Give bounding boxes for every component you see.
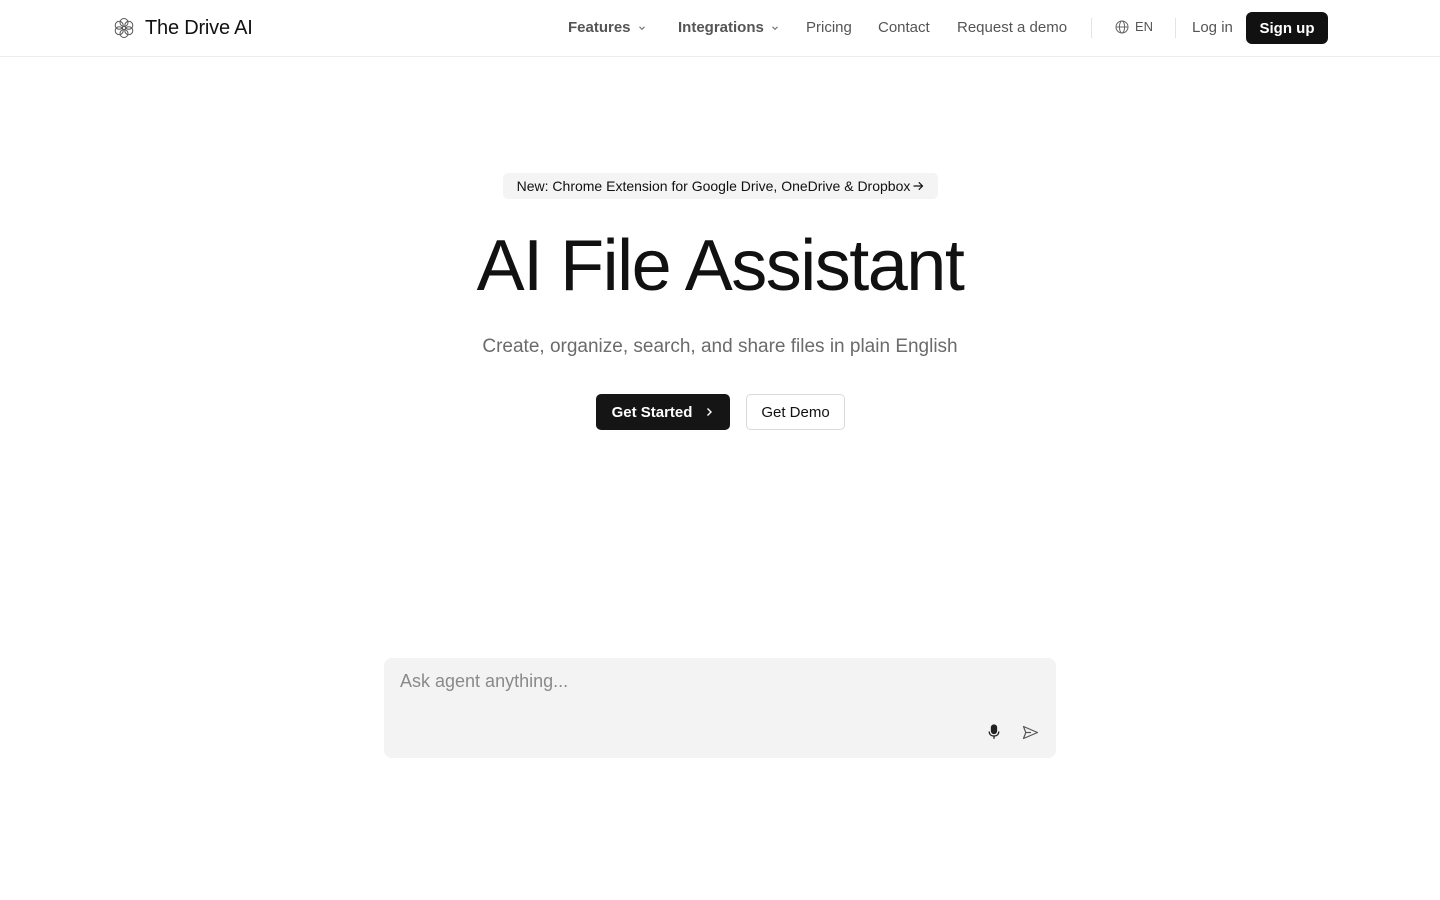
nav-request-demo[interactable]: Request a demo bbox=[957, 19, 1067, 36]
agent-chat-box bbox=[384, 658, 1056, 758]
chevron-down-icon bbox=[771, 25, 778, 30]
globe-icon bbox=[1115, 20, 1129, 33]
announcement-banner[interactable]: New: Chrome Extension for Google Drive, … bbox=[503, 173, 938, 199]
brand-logo-link[interactable]: The Drive AI bbox=[112, 14, 253, 42]
language-selector[interactable]: EN bbox=[1115, 19, 1153, 34]
hero-subtitle: Create, organize, search, and share file… bbox=[482, 336, 958, 357]
agent-prompt-input[interactable] bbox=[384, 658, 1056, 704]
nav-divider bbox=[1091, 18, 1092, 38]
site-header: The Drive AI Features Integrations Prici… bbox=[0, 0, 1440, 57]
hero-title: AI File Assistant bbox=[476, 226, 965, 306]
nav-features[interactable]: Features bbox=[568, 19, 647, 36]
send-icon bbox=[1022, 725, 1038, 739]
nav-integrations-label: Integrations bbox=[678, 19, 764, 36]
nav-contact[interactable]: Contact bbox=[878, 19, 930, 36]
nav-integrations[interactable]: Integrations bbox=[678, 19, 780, 36]
get-started-button[interactable]: Get Started bbox=[596, 394, 730, 430]
language-label: EN bbox=[1135, 19, 1154, 34]
brand-name: The Drive AI bbox=[145, 16, 253, 39]
arrow-right-icon bbox=[913, 181, 924, 191]
get-started-label: Get Started bbox=[611, 403, 693, 421]
microphone-icon bbox=[988, 724, 1000, 739]
chevron-down-icon bbox=[638, 25, 645, 30]
voice-input-button[interactable] bbox=[984, 722, 1004, 742]
chevron-right-icon bbox=[707, 408, 713, 416]
send-button[interactable] bbox=[1020, 722, 1040, 742]
login-link[interactable]: Log in bbox=[1192, 19, 1233, 36]
nav-divider bbox=[1175, 18, 1176, 38]
get-demo-button[interactable]: Get Demo bbox=[746, 394, 845, 430]
flower-logo-icon bbox=[114, 18, 134, 38]
signup-button[interactable]: Sign up bbox=[1246, 12, 1328, 44]
nav-pricing[interactable]: Pricing bbox=[806, 19, 852, 36]
announcement-text: New: Chrome Extension for Google Drive, … bbox=[516, 178, 911, 194]
nav-features-label: Features bbox=[568, 19, 631, 36]
